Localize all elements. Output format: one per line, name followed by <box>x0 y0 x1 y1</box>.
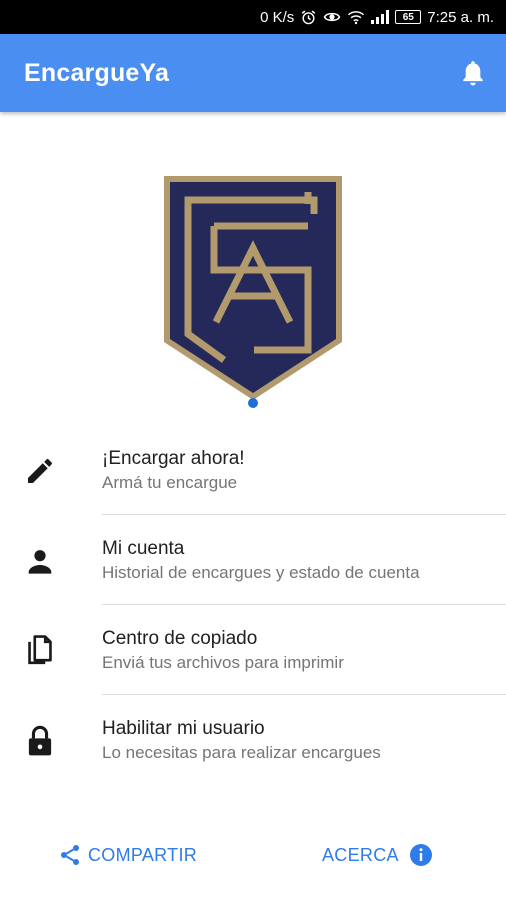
app-title: EncargueYa <box>24 58 170 87</box>
encargueya-logo <box>164 176 342 400</box>
menu-item-subtitle: Lo necesitas para realizar encargues <box>102 743 381 762</box>
share-label: COMPARTIR <box>88 844 198 865</box>
about-label: ACERCA <box>322 844 399 865</box>
network-speed: 0 K/s <box>260 8 295 26</box>
menu-item-encargar[interactable]: ¡Encargar ahora! Armá tu encargue <box>0 425 506 515</box>
menu-item-mi-cuenta[interactable]: Mi cuenta Historial de encargues y estad… <box>0 515 506 605</box>
battery-icon: 65 <box>395 10 422 24</box>
signal-icon <box>371 10 390 24</box>
menu-item-title: Mi cuenta <box>102 538 185 559</box>
status-bar: 0 K/s 65 7:25 a. m. <box>0 0 506 34</box>
app-bar: EncargueYa <box>0 34 506 112</box>
menu-item-title: Centro de copiado <box>102 628 258 649</box>
bell-icon[interactable] <box>458 58 488 88</box>
menu-item-habilitar-usuario[interactable]: Habilitar mi usuario Lo necesitas para r… <box>0 695 506 785</box>
battery-level: 65 <box>402 11 414 23</box>
menu-item-subtitle: Enviá tus archivos para imprimir <box>102 653 344 672</box>
about-button[interactable]: ACERCA <box>322 835 433 875</box>
menu-item-subtitle: Armá tu encargue <box>102 473 238 492</box>
clock: 7:25 a. m. <box>427 8 494 26</box>
info-icon <box>409 843 433 867</box>
documents-icon <box>22 633 58 669</box>
lock-icon <box>22 723 58 759</box>
share-icon <box>58 843 82 867</box>
pencil-icon <box>22 453 58 489</box>
menu-item-title: ¡Encargar ahora! <box>102 448 245 469</box>
menu-item-centro-copiado[interactable]: Centro de copiado Enviá tus archivos par… <box>0 605 506 695</box>
page-indicator-dot <box>248 398 258 408</box>
eye-icon <box>323 9 341 25</box>
main-menu: ¡Encargar ahora! Armá tu encargue Mi cue… <box>0 425 506 785</box>
share-button[interactable]: COMPARTIR <box>58 835 197 875</box>
footer-actions: COMPARTIR ACERCA <box>0 835 506 875</box>
menu-item-subtitle: Historial de encargues y estado de cuent… <box>102 563 420 582</box>
wifi-icon <box>347 9 365 25</box>
menu-item-title: Habilitar mi usuario <box>102 718 265 739</box>
alarm-icon <box>300 9 317 26</box>
person-icon <box>22 543 58 579</box>
